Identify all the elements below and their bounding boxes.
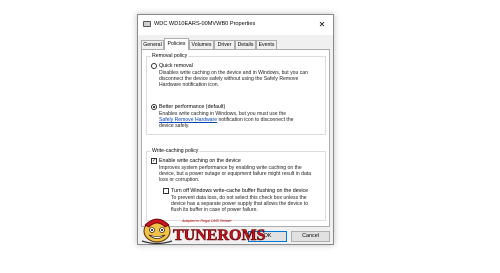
drive-icon <box>143 21 151 27</box>
watermark-logo: Adapted to Regal OMS Rebate TUNEROMS <box>140 215 266 245</box>
write-caching-label: Write-caching policy <box>151 148 200 154</box>
enable-write-caching-label[interactable]: Enable write caching on the device <box>159 158 241 164</box>
desc-line: flush its buffer in case of power failur… <box>171 207 258 214</box>
window-title: WDC WD10EARS-00MVWB0 Properties <box>154 21 256 27</box>
mascot-icon <box>141 218 173 245</box>
better-performance-description: Enables write caching in Windows, but yo… <box>159 111 324 130</box>
tab-volumes[interactable]: Volumes <box>189 40 214 49</box>
removal-policy-group: Removal policy Quick removal Disables wr… <box>146 53 326 135</box>
quick-removal-label[interactable]: Quick removal <box>159 63 193 69</box>
cancel-button[interactable]: Cancel <box>291 231 330 242</box>
turn-off-flush-description: To prevent data loss, do not select this… <box>171 195 323 214</box>
write-caching-group: Write-caching policy ✓ Enable write cach… <box>146 148 326 221</box>
tab-details[interactable]: Details <box>235 40 256 49</box>
tab-strip: General Policies Volumes Driver Details … <box>141 38 331 50</box>
removal-policy-label: Removal policy <box>151 53 189 59</box>
properties-dialog: WDC WD10EARS-00MVWB0 Properties ✕ Genera… <box>137 14 334 245</box>
enable-write-caching-description: Improves system performance by enabling … <box>159 165 324 184</box>
desc-text: notification icon to disconnect the <box>217 117 294 124</box>
watermark-text: TUNEROMS <box>173 227 266 245</box>
tab-events[interactable]: Events <box>256 40 277 49</box>
turn-off-flush-checkbox[interactable] <box>163 188 169 194</box>
tab-policies[interactable]: Policies <box>164 38 189 50</box>
watermark-tagline: Adapted to Regal OMS Rebate <box>182 219 232 223</box>
desc-line: loss or corruption. <box>159 177 200 184</box>
close-button[interactable]: ✕ <box>315 18 329 31</box>
quick-removal-description: Disables write caching on the device and… <box>159 70 324 89</box>
title-bar: WDC WD10EARS-00MVWB0 Properties ✕ <box>138 15 333 35</box>
tab-driver[interactable]: Driver <box>214 40 235 49</box>
turn-off-flush-label[interactable]: Turn off Windows write-cache buffer flus… <box>171 188 308 194</box>
tab-general[interactable]: General <box>141 40 164 49</box>
desc-line: Hardware notification icon. <box>159 82 220 89</box>
better-performance-radio[interactable] <box>151 104 157 110</box>
desc-line: device safely. <box>159 123 190 130</box>
safely-remove-hardware-link[interactable]: Safely Remove Hardware <box>159 117 217 123</box>
enable-write-caching-checkbox[interactable]: ✓ <box>151 158 157 164</box>
quick-removal-radio[interactable] <box>151 63 157 69</box>
better-performance-label[interactable]: Better performance (default) <box>159 104 225 110</box>
policies-panel: Removal policy Quick removal Disables wr… <box>141 49 330 227</box>
